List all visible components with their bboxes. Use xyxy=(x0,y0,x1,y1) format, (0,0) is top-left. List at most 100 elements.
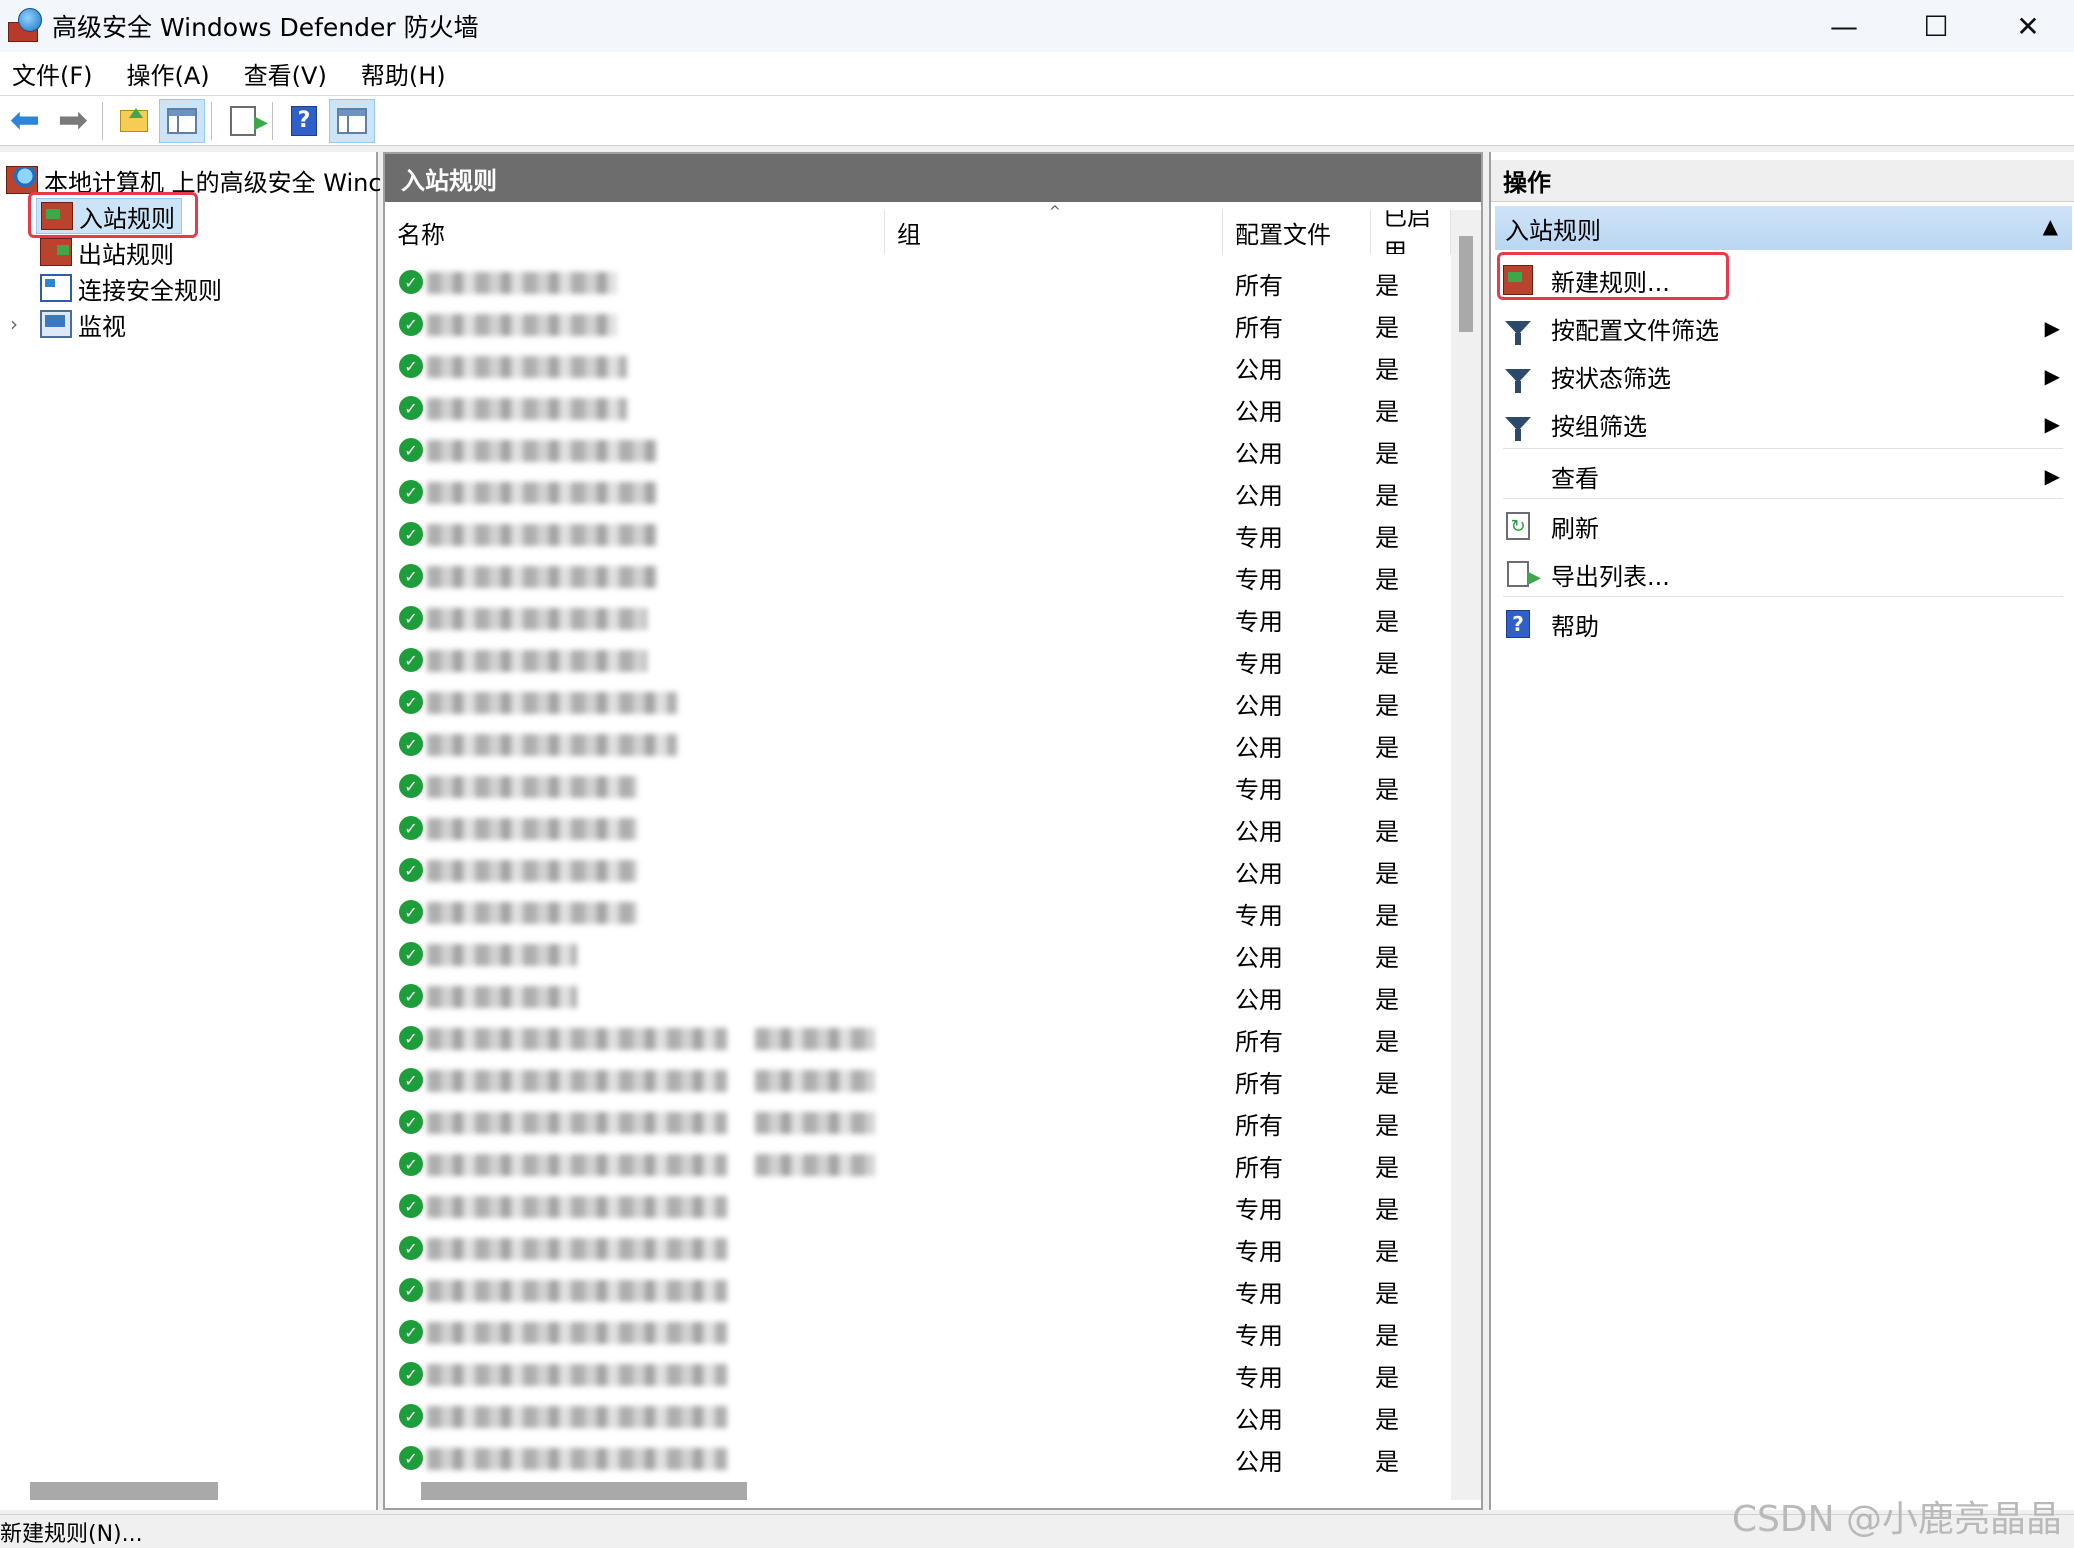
console-tree: 本地计算机 上的高级安全 Winc 入站规则 出站规则 连接安全规则 › 监视 xyxy=(0,152,382,1510)
table-row[interactable]: ✓ 公用 是 xyxy=(385,1438,1451,1480)
firewall-globe-icon xyxy=(6,166,38,194)
redacted-rule-name xyxy=(427,356,627,378)
actions-section-inbound-rules[interactable]: 入站规则 ▲ xyxy=(1495,206,2072,250)
enabled-cell: 是 xyxy=(1375,776,1399,804)
profile-cell: 公用 xyxy=(1235,1406,1283,1434)
vertical-scrollbar[interactable] xyxy=(1451,210,1481,1500)
table-row[interactable]: ✓ 公用 是 xyxy=(385,472,1451,514)
title-bar: 高级安全 Windows Defender 防火墙 — ☐ ✕ xyxy=(0,0,2074,52)
menu-action[interactable]: 操作(A) xyxy=(115,56,226,91)
enabled-cell: 是 xyxy=(1375,1406,1399,1434)
back-button[interactable]: ⬅ xyxy=(2,99,48,143)
action-filter-by-state[interactable]: 按状态筛选 ▶ xyxy=(1503,354,2068,398)
table-row[interactable]: ✓ 所有 是 xyxy=(385,262,1451,304)
table-row[interactable]: ✓ 专用 是 xyxy=(385,892,1451,934)
table-row[interactable]: ✓ 专用 是 xyxy=(385,1270,1451,1312)
table-row[interactable]: ✓ 专用 是 xyxy=(385,766,1451,808)
export-list-icon xyxy=(1503,559,1541,589)
action-filter-by-group[interactable]: 按组筛选 ▶ xyxy=(1503,402,2068,446)
action-new-rule[interactable]: 新建规则... xyxy=(1503,258,2068,302)
table-row[interactable]: ✓ 公用 是 xyxy=(385,682,1451,724)
forward-button[interactable]: ➡ xyxy=(50,99,96,143)
table-row[interactable]: ✓ 公用 是 xyxy=(385,976,1451,1018)
table-row[interactable]: ✓ 专用 是 xyxy=(385,514,1451,556)
table-row[interactable]: ✓ 所有 是 xyxy=(385,1018,1451,1060)
profile-cell: 所有 xyxy=(1235,1154,1283,1182)
enabled-check-icon: ✓ xyxy=(399,522,423,546)
table-row[interactable]: ✓ 公用 是 xyxy=(385,430,1451,472)
pane-title: 入站规则 xyxy=(385,154,1481,202)
enabled-cell: 是 xyxy=(1375,1070,1399,1098)
filter-icon xyxy=(1503,313,1533,345)
enabled-check-icon: ✓ xyxy=(399,438,423,462)
menu-help[interactable]: 帮助(H) xyxy=(349,56,462,91)
horizontal-scrollbar[interactable] xyxy=(421,1482,747,1500)
help-button[interactable]: ? xyxy=(281,99,327,143)
redacted-rule-name xyxy=(427,1070,727,1092)
up-one-level-button[interactable] xyxy=(111,99,157,143)
table-row[interactable]: ✓ 公用 是 xyxy=(385,1396,1451,1438)
table-row[interactable]: ✓ 专用 是 xyxy=(385,640,1451,682)
enabled-check-icon: ✓ xyxy=(399,1236,423,1260)
table-row[interactable]: ✓ 专用 是 xyxy=(385,1186,1451,1228)
menu-view[interactable]: 查看(V) xyxy=(232,56,343,91)
collapse-caret-icon[interactable]: ▲ xyxy=(2043,214,2058,238)
table-row[interactable]: ✓ 公用 是 xyxy=(385,934,1451,976)
show-hide-console-tree-button[interactable] xyxy=(159,98,205,143)
outbound-rules-icon xyxy=(40,238,72,266)
tree-root[interactable]: 本地计算机 上的高级安全 Winc xyxy=(6,162,382,198)
table-row[interactable]: ✓ 公用 是 xyxy=(385,388,1451,430)
tree-item-monitoring[interactable]: › 监视 xyxy=(10,306,126,342)
action-filter-by-profile[interactable]: 按配置文件筛选 ▶ xyxy=(1503,306,2068,350)
table-row[interactable]: ✓ 公用 是 xyxy=(385,346,1451,388)
table-row[interactable]: ✓ 公用 是 xyxy=(385,724,1451,766)
table-row[interactable]: ✓ 所有 是 xyxy=(385,1060,1451,1102)
table-row[interactable]: ✓ 专用 是 xyxy=(385,598,1451,640)
redacted-group-name xyxy=(755,1154,875,1176)
minimize-button[interactable]: — xyxy=(1798,0,1890,52)
column-header-profile[interactable]: 配置文件 xyxy=(1223,210,1371,254)
enabled-check-icon: ✓ xyxy=(399,1278,423,1302)
actions-pane: 操作 入站规则 ▲ 新建规则... 按配置文件筛选 ▶ 按状态筛选 ▶ 按组筛选… xyxy=(1489,152,2074,1510)
profile-cell: 专用 xyxy=(1235,524,1283,552)
close-button[interactable]: ✕ xyxy=(1982,0,2074,52)
tree-item-outbound-rules[interactable]: 出站规则 xyxy=(40,234,174,270)
action-help[interactable]: ? 帮助 xyxy=(1503,602,2068,646)
export-list-icon xyxy=(230,105,268,136)
table-row[interactable]: ✓ 公用 是 xyxy=(385,850,1451,892)
table-row[interactable]: ✓ 公用 是 xyxy=(385,808,1451,850)
table-row[interactable]: ✓ 所有 是 xyxy=(385,1144,1451,1186)
menu-file[interactable]: 文件(F) xyxy=(0,56,109,91)
enabled-cell: 是 xyxy=(1375,1448,1399,1476)
show-hide-action-pane-button[interactable] xyxy=(329,98,375,143)
enabled-check-icon: ✓ xyxy=(399,480,423,504)
redacted-rule-name xyxy=(427,1154,727,1176)
action-label: 帮助 xyxy=(1551,612,1599,641)
action-refresh[interactable]: ↻ 刷新 xyxy=(1503,504,2068,548)
column-header-name[interactable]: 名称 xyxy=(385,210,885,254)
horizontal-scrollbar[interactable] xyxy=(30,1482,218,1500)
table-row[interactable]: ✓ 专用 是 xyxy=(385,1312,1451,1354)
tree-item-connection-security-rules[interactable]: 连接安全规则 xyxy=(40,270,222,306)
sort-ascending-icon: ^ xyxy=(1049,204,1061,220)
table-row[interactable]: ✓ 所有 是 xyxy=(385,304,1451,346)
tree-item-inbound-rules[interactable]: 入站规则 xyxy=(36,198,182,234)
enabled-check-icon: ✓ xyxy=(399,354,423,378)
table-row[interactable]: ✓ 专用 是 xyxy=(385,1354,1451,1396)
scrollbar-thumb[interactable] xyxy=(1459,236,1473,332)
column-header-enabled[interactable]: 已启用 xyxy=(1371,210,1451,254)
chevron-right-icon[interactable]: › xyxy=(10,312,40,336)
redacted-rule-name xyxy=(427,1364,727,1386)
action-view[interactable]: 查看 ▶ xyxy=(1503,454,2068,498)
enabled-check-icon: ✓ xyxy=(399,900,423,924)
action-export-list[interactable]: 导出列表... xyxy=(1503,552,2068,596)
profile-cell: 公用 xyxy=(1235,440,1283,468)
table-row[interactable]: ✓ 专用 是 xyxy=(385,556,1451,598)
enabled-cell: 是 xyxy=(1375,692,1399,720)
maximize-button[interactable]: ☐ xyxy=(1890,0,1982,52)
table-row[interactable]: ✓ 专用 是 xyxy=(385,1228,1451,1270)
menu-bar: 文件(F) 操作(A) 查看(V) 帮助(H) xyxy=(0,52,2074,96)
redacted-rule-name xyxy=(427,524,657,546)
table-row[interactable]: ✓ 所有 是 xyxy=(385,1102,1451,1144)
export-list-button[interactable] xyxy=(220,99,268,143)
